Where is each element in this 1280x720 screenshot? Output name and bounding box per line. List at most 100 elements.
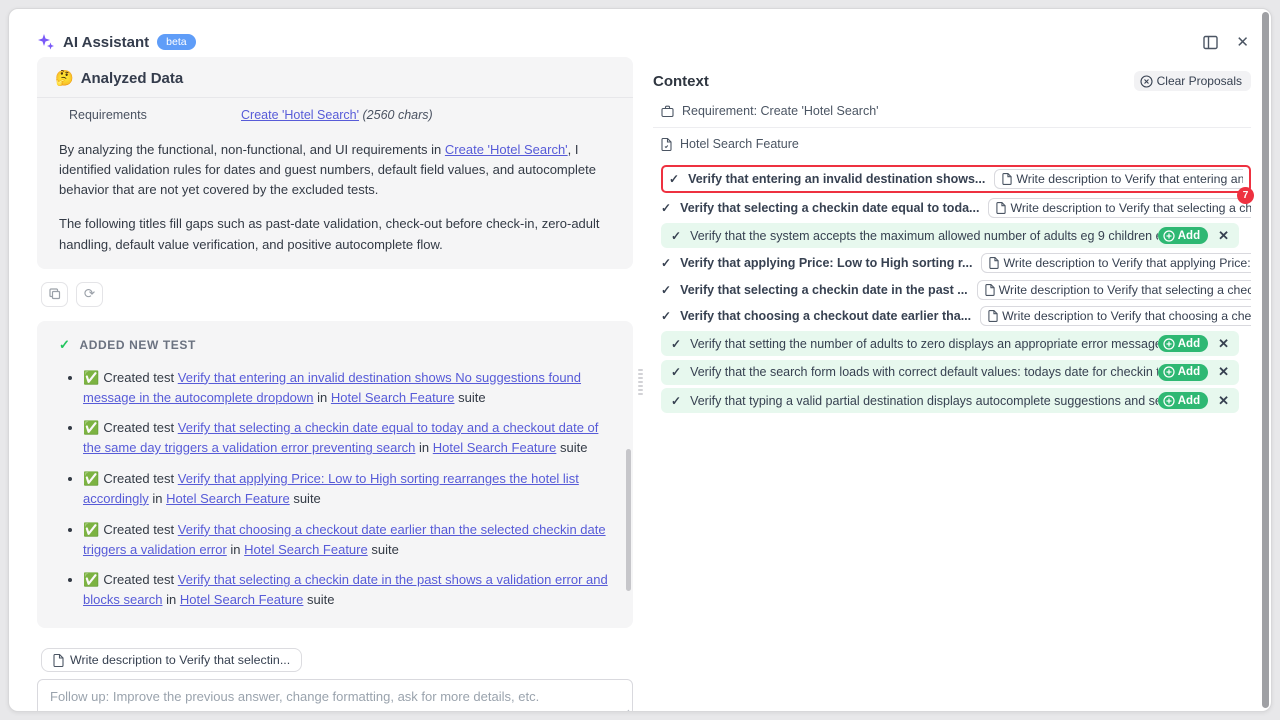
write-description-chip[interactable]: Write description to Verify that selecti… [41, 648, 302, 672]
check-icon: ✓ [661, 201, 671, 215]
check-icon: ✓ [669, 172, 679, 186]
beta-badge: beta [157, 34, 195, 50]
requirement-inline-link[interactable]: Create 'Hotel Search' [445, 142, 568, 157]
requirement-link[interactable]: Create 'Hotel Search' [241, 108, 359, 122]
added-new-test-card: ✓ ADDED NEW TEST ✅ Created test Verify t… [37, 321, 633, 628]
copy-button[interactable] [41, 282, 68, 307]
clear-proposals-button[interactable]: Clear Proposals [1134, 71, 1251, 91]
test-title: Verify that the system accepts the maxim… [690, 229, 1158, 243]
write-description-chip[interactable]: Write description to Verify that selecti… [988, 198, 1251, 218]
document-icon [661, 138, 672, 151]
check-icon: ✓ [671, 337, 681, 351]
write-description-chip[interactable]: Write description to Verify that choosin… [980, 306, 1251, 326]
green-check-emoji: ✅ [83, 371, 103, 386]
file-icon [988, 310, 998, 322]
left-pane-scrollbar[interactable] [626, 449, 631, 591]
created-test-item: ✅ Created test Verify that entering an i… [83, 369, 611, 408]
test-proposal-row: ✓ Verify that selecting a checkin date i… [661, 278, 1251, 301]
proposal-count-badge: 7 [1237, 187, 1254, 204]
follow-up-input[interactable] [37, 679, 633, 712]
sparkle-icon [37, 33, 55, 51]
created-test-item: ✅ Created test Verify that choosing a ch… [83, 521, 611, 560]
check-icon: ✓ [671, 229, 681, 243]
copy-icon [49, 288, 61, 300]
remove-proposal-icon[interactable]: ✕ [1218, 228, 1229, 244]
remove-proposal-icon[interactable]: ✕ [1218, 393, 1229, 409]
analysis-paragraph-2: The following titles fill gaps such as p… [37, 214, 633, 254]
resize-handle-icon[interactable] [621, 708, 630, 712]
suite-link[interactable]: Hotel Search Feature [180, 592, 304, 607]
side-panel-icon [1203, 35, 1218, 50]
remove-proposal-icon[interactable]: ✕ [1218, 364, 1229, 380]
check-icon: ✓ [661, 309, 671, 323]
add-test-button[interactable]: Add [1158, 335, 1208, 352]
created-test-item: ✅ Created test Verify that selecting a c… [83, 419, 611, 458]
write-description-chip[interactable]: Write description to Verify that applyin… [981, 253, 1251, 273]
check-icon: ✓ [661, 283, 671, 297]
close-dialog-button[interactable]: ✕ [1236, 33, 1249, 51]
assistant-response-pane: 🤔 Analyzed Data Requirements Create 'Hot… [37, 57, 633, 712]
write-description-chip[interactable]: Write description to Verify that selecti… [977, 280, 1251, 300]
window-scrollbar[interactable] [1262, 12, 1269, 708]
suite-link[interactable]: Hotel Search Feature [244, 542, 368, 557]
suite-link[interactable]: Hotel Search Feature [433, 440, 557, 455]
green-check-emoji: ✅ [83, 421, 103, 436]
file-icon [985, 284, 995, 296]
added-new-test-title: ADDED NEW TEST [80, 338, 196, 352]
context-requirement-label: Requirement: Create 'Hotel Search' [682, 104, 879, 118]
created-test-item: ✅ Created test Verify that selecting a c… [83, 571, 611, 610]
context-title: Context [653, 73, 709, 90]
plus-circle-icon [1163, 338, 1175, 350]
dialog-header: AI Assistant beta ✕ [37, 33, 1249, 51]
context-panel: Context Clear Proposals Requirement: Cre… [653, 71, 1251, 417]
plus-circle-icon [1163, 395, 1175, 407]
thinking-emoji: 🤔 [55, 69, 74, 87]
file-icon [1002, 173, 1012, 185]
analyzed-data-title: Analyzed Data [81, 70, 184, 87]
created-test-item: ✅ Created test Verify that applying Pric… [83, 470, 611, 509]
added-tests-list: ✅ Created test Verify that entering an i… [63, 369, 611, 610]
test-proposal-row: ✓ Verify that applying Price: Low to Hig… [661, 252, 1251, 275]
test-proposal-row: ✓ Verify that selecting a checkin date e… [661, 197, 1251, 220]
check-icon: ✓ [671, 365, 681, 379]
test-title: Verify that setting the number of adults… [690, 337, 1158, 351]
context-requirement-item[interactable]: Requirement: Create 'Hotel Search' [653, 95, 1251, 127]
suite-link[interactable]: Hotel Search Feature [331, 390, 455, 405]
write-description-chip[interactable]: Write description to Verify that enterin… [994, 169, 1243, 189]
add-test-button[interactable]: Add [1158, 364, 1208, 381]
green-check-emoji: ✅ [83, 472, 103, 487]
plus-circle-icon [1163, 230, 1175, 242]
remove-proposal-icon[interactable]: ✕ [1218, 336, 1229, 352]
plus-circle-icon [1163, 366, 1175, 378]
analysis-paragraph-1: By analyzing the functional, non-functio… [37, 140, 633, 200]
test-title: Verify that selecting a checkin date in … [680, 283, 968, 297]
briefcase-icon [661, 105, 674, 118]
test-proposal-list: ✓ Verify that entering an invalid destin… [653, 165, 1251, 413]
chip-label: Write description to Verify that selecti… [70, 653, 290, 667]
suite-link[interactable]: Hotel Search Feature [166, 491, 290, 506]
ai-assistant-dialog: AI Assistant beta ✕ 🤔 Analyzed Data [8, 8, 1272, 712]
file-icon [53, 654, 64, 667]
test-proposal-row: ✓ Verify that typing a valid partial des… [661, 388, 1239, 413]
test-title: Verify that choosing a checkout date ear… [680, 309, 971, 323]
test-title: Verify that applying Price: Low to High … [680, 256, 972, 270]
analyzed-data-card: 🤔 Analyzed Data Requirements Create 'Hot… [37, 57, 633, 269]
close-icon: ✕ [1236, 33, 1249, 51]
add-test-button[interactable]: Add [1158, 392, 1208, 409]
check-icon: ✓ [59, 337, 71, 353]
context-feature-label: Hotel Search Feature [680, 137, 799, 151]
test-proposal-row: ✓ Verify that choosing a checkout date e… [661, 305, 1251, 328]
dialog-title: AI Assistant [63, 34, 149, 51]
requirements-label: Requirements [69, 108, 241, 122]
regenerate-button[interactable]: ⟳ [76, 282, 103, 307]
test-proposal-row: ✓ Verify that the search form loads with… [661, 360, 1239, 385]
green-check-emoji: ✅ [83, 573, 103, 588]
test-proposal-row: ✓ Verify that setting the number of adul… [661, 331, 1239, 356]
test-title: Verify that typing a valid partial desti… [690, 394, 1158, 408]
file-icon [996, 202, 1006, 214]
context-feature-item[interactable]: Hotel Search Feature [653, 128, 1251, 160]
pane-resize-grip[interactable] [638, 369, 643, 395]
add-test-button[interactable]: Add [1158, 227, 1208, 244]
test-proposal-row: ✓ Verify that the system accepts the max… [661, 223, 1239, 248]
toggle-panel-button[interactable] [1203, 35, 1218, 50]
